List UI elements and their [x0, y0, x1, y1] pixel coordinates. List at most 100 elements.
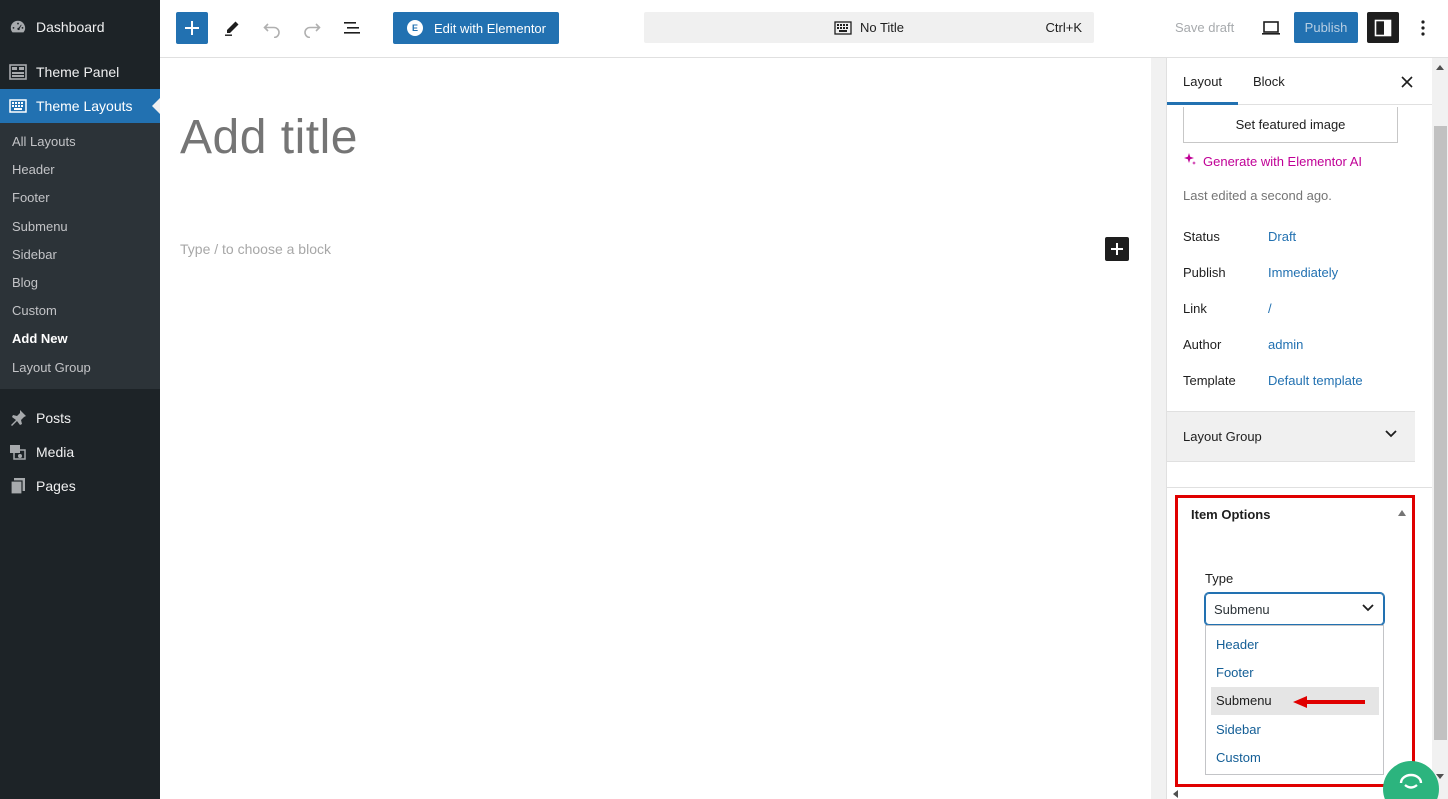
chevron-down-icon	[1362, 604, 1374, 612]
tab-block[interactable]: Block	[1237, 58, 1301, 105]
menu-item-dashboard[interactable]: Dashboard	[0, 10, 160, 44]
menu-item-theme-layouts[interactable]: Theme Layouts	[0, 89, 160, 123]
layout-group-label: Layout Group	[1183, 429, 1262, 444]
document-title: No Title	[859, 20, 905, 35]
canvas-scrollbar[interactable]	[1151, 58, 1166, 799]
menu-item-pages[interactable]: Pages	[0, 469, 160, 503]
submenu-add-new[interactable]: Add New	[0, 325, 160, 353]
submenu-layout-group[interactable]: Layout Group	[0, 354, 160, 382]
meta-row-publish: Publish Immediately	[1183, 265, 1413, 285]
inline-add-block-button[interactable]	[1105, 237, 1129, 261]
last-edited-text: Last edited a second ago.	[1183, 188, 1332, 203]
block-inserter-button[interactable]	[176, 12, 208, 44]
scrollbar-thumb[interactable]	[1434, 126, 1447, 740]
media-icon	[9, 443, 27, 461]
redo-icon	[304, 23, 321, 38]
edit-with-elementor-button[interactable]: E Edit with Elementor	[393, 12, 559, 44]
menu-item-label: Pages	[36, 477, 76, 494]
generate-ai-link[interactable]: Generate with Elementor AI	[1183, 153, 1362, 169]
chat-icon	[1399, 773, 1423, 789]
undo-button[interactable]	[256, 12, 288, 44]
publish-value-link[interactable]: Immediately	[1268, 265, 1338, 280]
publish-button[interactable]: Publish	[1294, 12, 1358, 43]
more-vertical-icon	[1421, 20, 1425, 36]
submenu-all-layouts[interactable]: All Layouts	[0, 128, 160, 156]
submenu-submenu[interactable]: Submenu	[0, 213, 160, 241]
preview-button[interactable]	[1255, 12, 1287, 44]
settings-tabs: Layout Block	[1167, 58, 1448, 105]
pencil-icon	[225, 21, 239, 36]
link-value-link[interactable]: /	[1268, 301, 1272, 316]
pages-icon	[9, 477, 27, 495]
set-featured-image-button[interactable]: Set featured image	[1183, 107, 1398, 143]
layout-group-panel-toggle[interactable]: Layout Group	[1167, 411, 1415, 462]
type-option-sidebar[interactable]: Sidebar	[1211, 716, 1379, 744]
elementor-button-label: Edit with Elementor	[434, 20, 546, 36]
settings-toggle-button[interactable]	[1367, 12, 1399, 43]
menu-item-label: Posts	[36, 409, 72, 426]
submenu-blog[interactable]: Blog	[0, 269, 160, 297]
type-option-header[interactable]: Header	[1211, 631, 1379, 659]
sidebar-scrollbar[interactable]	[1432, 58, 1448, 799]
keyboard-icon	[834, 20, 852, 36]
plus-icon	[1111, 243, 1123, 255]
chevron-down-icon	[1385, 430, 1397, 438]
elementor-logo-icon: E	[407, 20, 423, 36]
type-label: Type	[1205, 571, 1234, 586]
type-option-footer[interactable]: Footer	[1211, 659, 1379, 687]
document-overview-button[interactable]	[336, 12, 368, 44]
menu-item-posts[interactable]: Posts	[0, 401, 160, 435]
tab-layout[interactable]: Layout	[1167, 58, 1238, 105]
editor-toolbar: E Edit with Elementor No Title Ctrl+K Sa…	[160, 0, 1448, 58]
plus-icon	[185, 21, 199, 35]
dashboard-icon	[9, 18, 27, 36]
save-draft-button[interactable]: Save draft	[1175, 20, 1234, 35]
type-select-value: Submenu	[1214, 601, 1270, 617]
settings-sidebar: Layout Block Set featured image Generate…	[1166, 58, 1448, 799]
type-select[interactable]: Submenu	[1205, 593, 1384, 625]
template-value-link[interactable]: Default template	[1268, 373, 1363, 388]
submenu-header[interactable]: Header	[0, 156, 160, 184]
desktop-icon	[1262, 21, 1280, 35]
meta-row-link: Link /	[1183, 301, 1413, 321]
default-block-appender[interactable]: Type / to choose a block	[180, 241, 331, 257]
collapse-toggle-icon[interactable]	[1398, 510, 1406, 516]
type-options-list: Header Footer Submenu Sidebar Custom	[1205, 625, 1384, 775]
sparkle-icon	[1183, 153, 1196, 169]
scroll-up-arrow-icon[interactable]	[1436, 65, 1444, 70]
author-value-link[interactable]: admin	[1268, 337, 1303, 352]
menu-item-media[interactable]: Media	[0, 435, 160, 469]
post-title-input[interactable]: Add title	[180, 110, 358, 165]
meta-key: Author	[1183, 337, 1222, 352]
options-menu-button[interactable]	[1407, 12, 1439, 44]
menu-item-label: Media	[36, 443, 75, 460]
tools-button[interactable]	[216, 12, 248, 44]
command-palette-bar[interactable]: No Title Ctrl+K	[644, 12, 1094, 43]
redo-button[interactable]	[296, 12, 328, 44]
command-shortcut: Ctrl+K	[1045, 20, 1082, 35]
menu-item-label: Theme Panel	[36, 64, 120, 80]
list-view-icon	[344, 22, 360, 34]
grid-icon	[9, 63, 27, 81]
divider	[1167, 487, 1448, 488]
undo-icon	[263, 23, 280, 38]
type-option-custom[interactable]: Custom	[1211, 744, 1379, 772]
submenu-footer[interactable]: Footer	[0, 184, 160, 212]
admin-sidebar: Dashboard Theme Panel Theme Layouts All …	[0, 0, 160, 799]
red-arrow-annotation-icon	[1293, 696, 1365, 708]
meta-row-status: Status Draft	[1183, 229, 1413, 249]
sidebar-panel-icon	[1374, 19, 1392, 36]
close-settings-button[interactable]	[1395, 70, 1419, 94]
item-options-metabox: Item Options Type Submenu Header Footer …	[1175, 495, 1415, 787]
meta-row-template: Template Default template	[1183, 373, 1413, 393]
submenu-custom[interactable]: Custom	[0, 297, 160, 325]
keyboard-icon	[9, 97, 27, 115]
generate-ai-label: Generate with Elementor AI	[1203, 153, 1362, 169]
status-value-link[interactable]: Draft	[1268, 229, 1296, 244]
menu-item-theme-panel[interactable]: Theme Panel	[0, 55, 160, 89]
item-options-title: Item Options	[1191, 507, 1271, 522]
submenu-sidebar[interactable]: Sidebar	[0, 241, 160, 269]
type-option-submenu[interactable]: Submenu	[1211, 687, 1379, 715]
scroll-left-arrow-icon[interactable]	[1173, 790, 1178, 798]
type-option-label: Submenu	[1216, 693, 1272, 708]
